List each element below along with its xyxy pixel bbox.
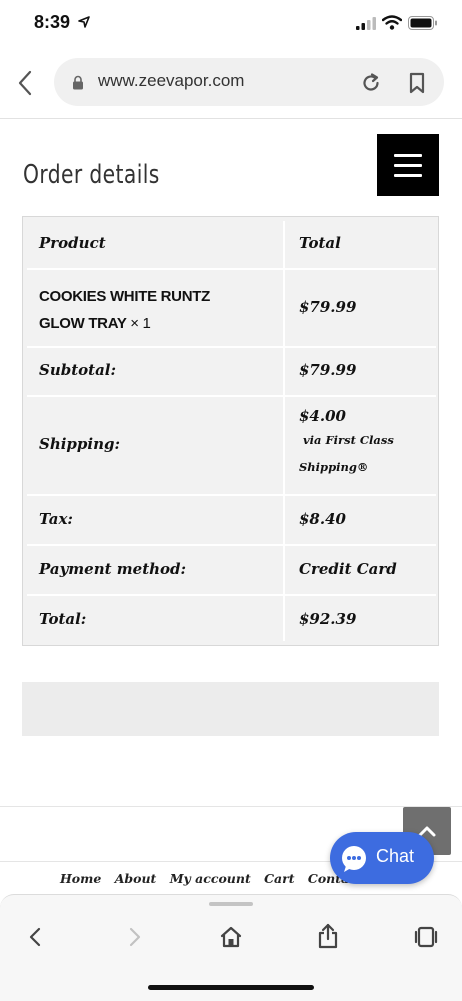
tax-label: Tax: bbox=[39, 510, 73, 528]
hamburger-icon-line bbox=[394, 164, 422, 167]
footer-link-my-account[interactable]: My account bbox=[170, 871, 251, 886]
hamburger-icon bbox=[394, 154, 422, 157]
home-indicator[interactable] bbox=[148, 985, 314, 990]
order-item-qty: × 1 bbox=[130, 315, 151, 332]
column-header-total: Total bbox=[299, 234, 341, 252]
url-text[interactable]: www.zeevapor.com bbox=[98, 71, 244, 91]
total-label: Total: bbox=[39, 610, 87, 628]
location-arrow-icon bbox=[78, 16, 90, 28]
shipping-method-line1: via First Class bbox=[303, 433, 394, 447]
tax-value: $8.40 bbox=[299, 510, 346, 528]
chat-button[interactable]: Chat bbox=[330, 832, 434, 884]
home-icon[interactable] bbox=[219, 925, 243, 949]
order-details-table: Product Total COOKIES WHITE RUNTZ GLOW T… bbox=[22, 216, 439, 646]
battery-icon bbox=[408, 16, 438, 30]
chat-bubble-icon bbox=[342, 846, 366, 872]
order-item-total: $79.99 bbox=[299, 298, 357, 316]
header-divider bbox=[0, 118, 462, 119]
shipping-label: Shipping: bbox=[39, 435, 121, 453]
content-placeholder-block bbox=[22, 682, 439, 736]
order-item-name-line2: GLOW TRAY bbox=[39, 315, 127, 332]
bookmark-icon[interactable] bbox=[407, 72, 427, 94]
payment-method-value: Credit Card bbox=[299, 560, 397, 578]
footer-link-home[interactable]: Home bbox=[60, 871, 101, 886]
footer-link-about[interactable]: About bbox=[115, 871, 157, 886]
wifi-icon bbox=[382, 15, 402, 30]
browser-back-icon[interactable] bbox=[14, 68, 40, 98]
subtotal-label: Subtotal: bbox=[39, 361, 117, 379]
shipping-method-line2: Shipping® bbox=[299, 460, 369, 474]
column-header-product: Product bbox=[39, 234, 106, 252]
footer-nav: Home About My account Cart Contact bbox=[60, 871, 372, 886]
forward-icon[interactable] bbox=[124, 926, 144, 948]
menu-button[interactable] bbox=[377, 134, 439, 196]
lock-icon bbox=[72, 75, 84, 90]
footer-divider bbox=[0, 806, 462, 807]
footer-link-cart[interactable]: Cart bbox=[264, 871, 294, 886]
page-title: Order details bbox=[23, 160, 160, 190]
order-item-name-line1: COOKIES WHITE RUNTZ bbox=[39, 288, 210, 305]
signal-icon bbox=[356, 17, 376, 30]
payment-method-label: Payment method: bbox=[39, 560, 187, 578]
status-time: 8:39 bbox=[34, 12, 71, 32]
tabs-icon[interactable] bbox=[414, 925, 438, 949]
toolbar-drag-handle[interactable] bbox=[209, 902, 253, 906]
back-icon[interactable] bbox=[26, 926, 46, 948]
hamburger-icon-line bbox=[394, 174, 422, 177]
share-icon[interactable] bbox=[317, 923, 339, 949]
total-value: $92.39 bbox=[299, 610, 357, 628]
chat-label: Chat bbox=[376, 846, 415, 866]
shipping-value: $4.00 bbox=[299, 407, 346, 425]
subtotal-value: $79.99 bbox=[299, 361, 357, 379]
order-item-name: COOKIES WHITE RUNTZ GLOW TRAY × 1 bbox=[39, 283, 210, 337]
reload-icon[interactable] bbox=[360, 72, 382, 94]
